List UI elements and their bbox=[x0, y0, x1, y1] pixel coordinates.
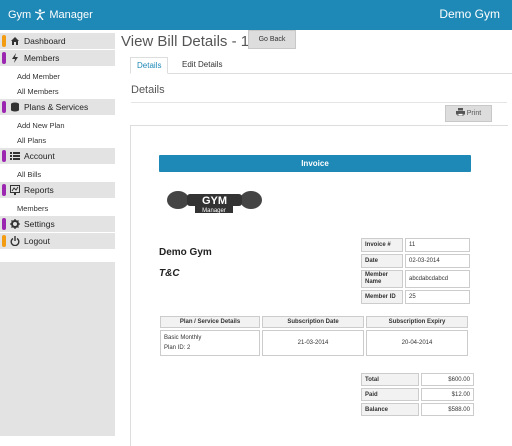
balance-key: Balance bbox=[361, 403, 419, 416]
divider bbox=[131, 102, 507, 103]
sidebar-item-dashboard[interactable]: Dashboard bbox=[0, 33, 115, 49]
meta-value: 25 bbox=[405, 290, 470, 304]
subscription-date: 21-03-2014 bbox=[262, 330, 364, 356]
sidebar-filler bbox=[0, 262, 115, 436]
meta-key: Member Name bbox=[361, 270, 403, 288]
accent-bar bbox=[2, 235, 6, 247]
table-row: Invoice #11 bbox=[361, 238, 470, 252]
tab-edit-details[interactable]: Edit Details bbox=[176, 57, 228, 72]
total-key: Total bbox=[361, 373, 419, 386]
fitness-figure-icon bbox=[35, 9, 46, 21]
list-icon bbox=[10, 152, 20, 160]
sidebar-item-label: Members bbox=[24, 53, 60, 63]
meta-key: Invoice # bbox=[361, 238, 403, 252]
user-name[interactable]: Demo Gym bbox=[439, 7, 500, 21]
sidebar-sub-add-plan[interactable]: Add New Plan bbox=[0, 118, 115, 133]
totals-table: Total $600.00 Paid $12.00 Balance $588.00 bbox=[359, 371, 476, 418]
sidebar-sub-add-member[interactable]: Add Member bbox=[0, 69, 115, 84]
paid-value: $12.00 bbox=[421, 388, 474, 401]
gear-icon bbox=[10, 219, 20, 229]
plan-name: Basic Monthly bbox=[164, 335, 202, 341]
sidebar-item-label: Logout bbox=[24, 236, 50, 246]
table-row: Member ID 25 bbox=[361, 290, 470, 304]
sidebar-item-reports[interactable]: Reports bbox=[0, 182, 115, 198]
accent-bar bbox=[2, 184, 6, 196]
paid-key: Paid bbox=[361, 388, 419, 401]
sidebar-item-logout[interactable]: Logout bbox=[0, 233, 115, 249]
accent-bar bbox=[2, 101, 6, 113]
accent-bar bbox=[2, 218, 6, 230]
print-button[interactable]: Print bbox=[445, 105, 492, 122]
meta-value: 02-03-2014 bbox=[405, 254, 470, 268]
sidebar-item-label: Dashboard bbox=[24, 36, 66, 46]
service-table: Plan / Service Details Subscription Date… bbox=[158, 314, 470, 358]
total-value: $600.00 bbox=[421, 373, 474, 386]
table-row: Total $600.00 bbox=[361, 373, 474, 386]
column-header: Subscription Date bbox=[262, 316, 364, 328]
sidebar-sub-all-bills[interactable]: All Bills bbox=[0, 167, 115, 182]
database-icon bbox=[11, 102, 19, 112]
accent-bar bbox=[2, 150, 6, 162]
meta-key: Member ID bbox=[361, 290, 403, 304]
table-row: Date 02-03-2014 bbox=[361, 254, 470, 268]
meta-value: 11 bbox=[405, 238, 470, 252]
column-header: Subscription Expiry bbox=[366, 316, 468, 328]
home-icon bbox=[11, 37, 19, 45]
logo-text-bottom: Manager bbox=[202, 208, 226, 214]
bolt-icon bbox=[12, 53, 18, 63]
subscription-expiry: 20-04-2014 bbox=[366, 330, 468, 356]
balance-value: $588.00 bbox=[421, 403, 474, 416]
main-content: View Bill Details - 11 Go Back Details E… bbox=[121, 30, 512, 446]
invoice-meta-table: Invoice #11 Date 02-03-2014 Member Name ab… bbox=[359, 236, 472, 306]
sidebar-item-label: Plans & Services bbox=[24, 102, 89, 112]
gym-manager-logo: GYM Manager bbox=[167, 191, 262, 214]
printer-icon bbox=[455, 108, 465, 117]
go-back-button[interactable]: Go Back bbox=[248, 30, 296, 49]
chart-screen-icon bbox=[10, 185, 20, 195]
sidebar-sub-report-members[interactable]: Members bbox=[0, 201, 115, 216]
accent-bar bbox=[2, 52, 6, 64]
sidebar-item-account[interactable]: Account bbox=[0, 148, 115, 164]
plan-id: Plan ID: 2 bbox=[164, 345, 191, 351]
table-row: Basic Monthly Plan ID: 2 21-03-2014 20-04… bbox=[160, 330, 468, 356]
sidebar-item-label: Reports bbox=[24, 185, 54, 195]
meta-key: Date bbox=[361, 254, 403, 268]
sidebar-sub-all-plans[interactable]: All Plans bbox=[0, 133, 115, 148]
print-label: Print bbox=[466, 110, 482, 117]
logo-text-top: GYM bbox=[202, 195, 227, 207]
section-title: Details bbox=[131, 84, 165, 96]
table-header-row: Plan / Service Details Subscription Date… bbox=[160, 316, 468, 328]
power-icon bbox=[10, 236, 20, 246]
column-header: Plan / Service Details bbox=[160, 316, 260, 328]
sidebar-sub-all-members[interactable]: All Members bbox=[0, 84, 115, 99]
invoice-paper: Invoice GYM Manager Demo Gym T&C Invoice… bbox=[130, 125, 508, 446]
meta-value: abcdabcdabcd bbox=[405, 270, 470, 288]
accent-bar bbox=[2, 35, 6, 47]
brand-right: Manager bbox=[49, 9, 93, 21]
sidebar-item-label: Settings bbox=[24, 219, 55, 229]
tab-bar: Details Edit Details bbox=[130, 57, 512, 74]
plan-cell: Basic Monthly Plan ID: 2 bbox=[160, 330, 260, 356]
top-bar: Gym Manager Demo Gym bbox=[0, 0, 512, 30]
tab-details[interactable]: Details bbox=[130, 57, 169, 74]
table-row: Member Name abcdabcdabcd bbox=[361, 270, 470, 288]
sidebar-item-plans[interactable]: Plans & Services bbox=[0, 99, 115, 115]
sidebar-item-settings[interactable]: Settings bbox=[0, 216, 115, 232]
terms-label: T&C bbox=[159, 268, 180, 279]
app-brand[interactable]: Gym Manager bbox=[8, 9, 93, 21]
brand-left: Gym bbox=[8, 9, 32, 21]
sidebar-item-members[interactable]: Members bbox=[0, 50, 115, 66]
invoice-header: Invoice bbox=[159, 155, 471, 172]
table-row: Balance $588.00 bbox=[361, 403, 474, 416]
page-title: View Bill Details - 11 bbox=[121, 33, 257, 50]
sidebar-item-label: Account bbox=[24, 151, 55, 161]
company-name: Demo Gym bbox=[159, 247, 212, 258]
table-row: Paid $12.00 bbox=[361, 388, 474, 401]
